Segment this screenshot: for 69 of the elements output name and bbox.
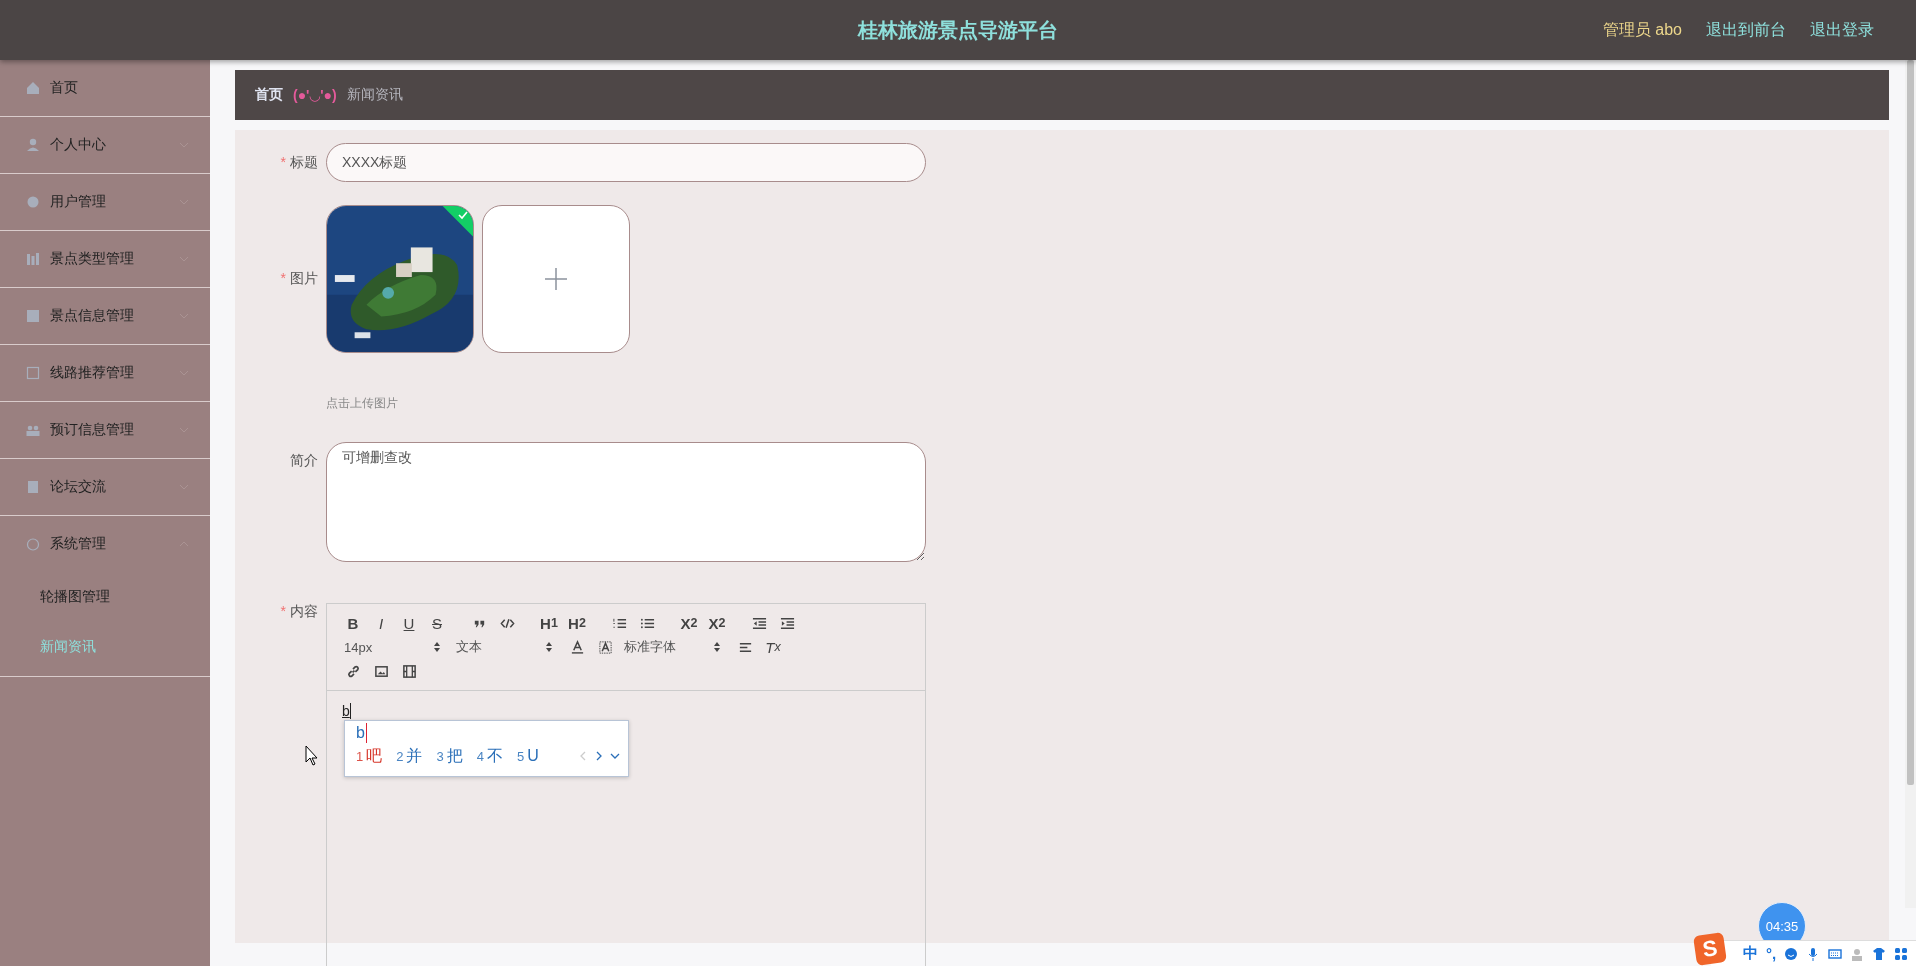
highlight-icon (597, 639, 613, 655)
ime-logo[interactable]: S (1693, 932, 1727, 966)
image-icon (373, 663, 389, 679)
sidebar-item[interactable]: 景点类型管理 (0, 231, 210, 288)
menu-icon (25, 308, 41, 324)
sidebar-item[interactable]: 系统管理 (0, 516, 210, 572)
format-button[interactable]: B (339, 612, 367, 634)
header-link[interactable]: 退出登录 (1810, 19, 1874, 41)
sidebar-item[interactable]: 用户管理 (0, 174, 210, 231)
sidebar-item[interactable]: 线路推荐管理 (0, 345, 210, 402)
sort-arrows-icon (545, 641, 553, 653)
ime-candidate[interactable]: 1 吧 (356, 746, 383, 767)
ime-mode[interactable]: 中 (1743, 944, 1758, 963)
submenu-item[interactable]: 轮播图管理 (0, 572, 210, 622)
field-label: * 图片 (279, 270, 318, 288)
menu-icon (25, 251, 41, 267)
upload-button[interactable] (482, 205, 630, 353)
film-icon (401, 663, 417, 679)
upload-hint: 点击上传图片 (326, 395, 398, 412)
shirt-icon[interactable] (1872, 946, 1887, 961)
ime-candidate[interactable]: 4 不 (476, 746, 503, 767)
outdent-icon (751, 615, 767, 631)
emoji-icon[interactable] (1784, 946, 1799, 961)
menu-icon (25, 365, 41, 381)
sort-arrows-icon (713, 641, 721, 653)
mouse-pointer-icon (305, 745, 319, 766)
title-field[interactable]: XXXX标题 (326, 143, 926, 182)
ime-candidate[interactable]: 3 把 (436, 746, 463, 767)
ime-candidate[interactable]: 5 U (516, 747, 539, 765)
toolbar-select[interactable]: 14px (339, 636, 451, 658)
sidebar-item[interactable]: 景点信息管理 (0, 288, 210, 345)
editor-area[interactable]: b b 1 吧 2 并 3 把 4 不 5 U (327, 691, 925, 966)
text-color-icon (569, 639, 585, 655)
plus-icon (544, 267, 568, 291)
admin-user: 管理员 abo (1602, 19, 1682, 40)
apps-icon[interactable] (1894, 946, 1909, 961)
menu-icon (25, 194, 41, 210)
menu-icon (25, 137, 41, 153)
next-icon[interactable] (594, 750, 604, 762)
menu-icon (25, 80, 41, 96)
header-link[interactable]: 退出到前台 (1706, 19, 1786, 41)
toolbar-select[interactable]: 文本 (451, 636, 563, 658)
ime-candidate[interactable]: 2 并 (396, 746, 423, 767)
sidebar-item[interactable]: 首页 (0, 60, 210, 117)
menu-icon (25, 536, 41, 552)
sidebar-item[interactable]: 预订信息管理 (0, 402, 210, 459)
intro-field[interactable]: 可增删查改 (326, 442, 926, 562)
check-icon (457, 209, 469, 221)
field-label: 简介 (289, 451, 318, 470)
field-label: * 内容 (279, 603, 318, 621)
composing-text: b (342, 703, 351, 719)
format-button[interactable]: U (395, 612, 423, 634)
link-icon (345, 663, 361, 679)
format-button[interactable]: I (367, 612, 395, 634)
ime-input: b (356, 723, 367, 743)
sidebar-item[interactable]: 个人中心 (0, 117, 210, 174)
field-label: * 标题 (279, 153, 318, 172)
site-title: 桂林旅游景点导游平台 (858, 18, 1058, 41)
format-button[interactable]: S (423, 612, 451, 634)
menu-icon (25, 479, 41, 495)
scrollbar[interactable] (1905, 60, 1916, 908)
sidebar-item[interactable]: 论坛交流 (0, 459, 210, 516)
toolbar-select[interactable]: 标准字体 (619, 636, 731, 658)
breadcrumb-separator: (●'◡'●) (293, 87, 337, 103)
breadcrumb-link[interactable]: 首页 (255, 86, 283, 104)
keyboard-icon[interactable] (1828, 946, 1843, 961)
indent-icon (779, 615, 795, 631)
breadcrumb-current: 新闻资讯 (346, 86, 403, 104)
sort-arrows-icon (433, 641, 441, 653)
